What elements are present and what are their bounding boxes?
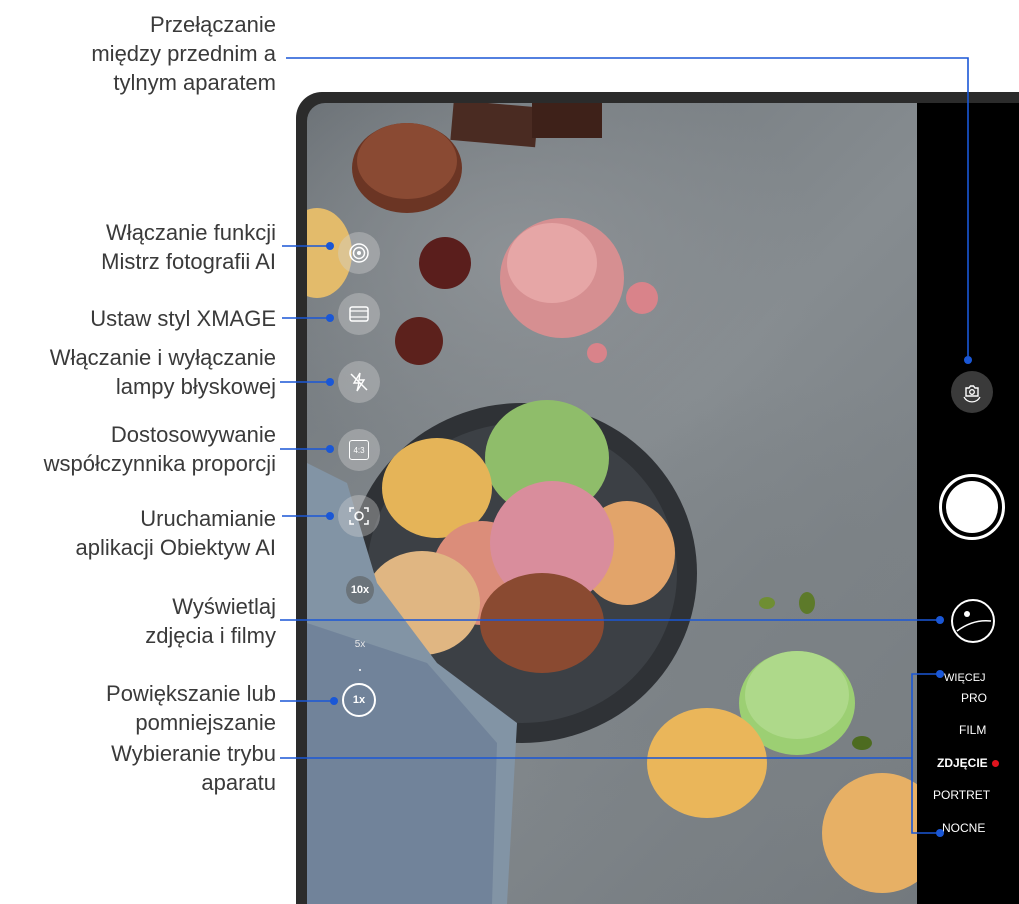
dot-ai-lens (326, 512, 334, 520)
dot-flash (326, 378, 334, 386)
dot-mode-bottom (936, 829, 944, 837)
leader-lines (280, 57, 972, 837)
dot-zoom (330, 697, 338, 705)
leader-switch-camera (286, 57, 969, 356)
dot-mode-top (936, 670, 944, 678)
dot-gallery (936, 616, 944, 624)
dot-xmage (326, 314, 334, 322)
leader-mode-bracket (911, 673, 937, 834)
dot-ai-master (326, 242, 334, 250)
dot-aspect (326, 445, 334, 453)
dot-switch-camera (964, 356, 972, 364)
